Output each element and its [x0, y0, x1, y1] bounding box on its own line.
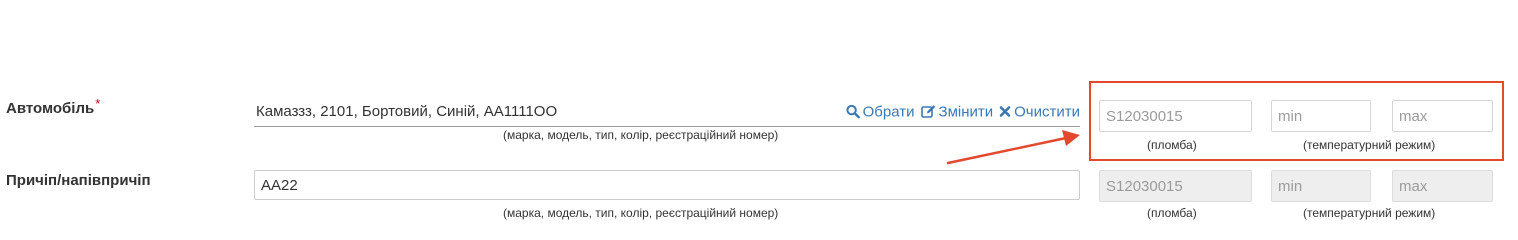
select-label: Обрати: [862, 103, 915, 120]
edit-icon: [920, 105, 935, 118]
select-button[interactable]: Обрати: [846, 103, 915, 120]
temp-min-input[interactable]: min: [1271, 100, 1371, 132]
trailer-value: АА22: [261, 176, 298, 194]
temp-min-placeholder: min: [1278, 107, 1303, 125]
seal-input[interactable]: S12030015: [1099, 100, 1252, 132]
trailer-label: Причіп/напівпричіп: [6, 172, 151, 189]
trailer-temp-min-placeholder: min: [1278, 177, 1303, 195]
vehicle-input[interactable]: Камаззз, 2101, Бортовий, Синій, АА1111ОО…: [254, 97, 1080, 127]
vehicle-label: Автомобіль*: [6, 96, 101, 117]
vehicle-actions: Обрати Змінити Очистити: [837, 103, 1080, 120]
temp-max-placeholder: max: [1399, 107, 1428, 125]
trailer-input[interactable]: АА22: [254, 170, 1080, 200]
search-icon: [846, 104, 860, 119]
edit-label: Змінити: [938, 103, 994, 120]
trailer-seal-input[interactable]: S12030015: [1099, 170, 1252, 202]
trailer-hint: (марка, модель, тип, колір, реєстраційни…: [503, 206, 779, 220]
required-mark: *: [95, 96, 101, 111]
vehicle-value: Камаззз, 2101, Бортовий, Синій, АА1111ОО: [256, 103, 558, 120]
clear-label: Очистити: [1014, 103, 1080, 120]
trailer-temp-max-input[interactable]: max: [1392, 170, 1493, 202]
trailer-temp-min-input[interactable]: min: [1271, 170, 1371, 202]
temp-hint: (температурний режим): [1303, 138, 1436, 152]
trailer-temp-hint: (температурний режим): [1303, 206, 1436, 220]
close-icon: [999, 106, 1011, 117]
trailer-temp-max-placeholder: max: [1399, 177, 1428, 195]
trailer-seal-placeholder: S12030015: [1106, 177, 1183, 195]
clear-button[interactable]: Очистити: [999, 103, 1080, 120]
seal-hint: (пломба): [1147, 138, 1197, 152]
trailer-seal-hint: (пломба): [1147, 206, 1197, 220]
edit-button[interactable]: Змінити: [920, 103, 994, 120]
vehicle-hint: (марка, модель, тип, колір, реєстраційни…: [503, 128, 779, 142]
seal-placeholder: S12030015: [1106, 107, 1183, 125]
temp-max-input[interactable]: max: [1392, 100, 1493, 132]
